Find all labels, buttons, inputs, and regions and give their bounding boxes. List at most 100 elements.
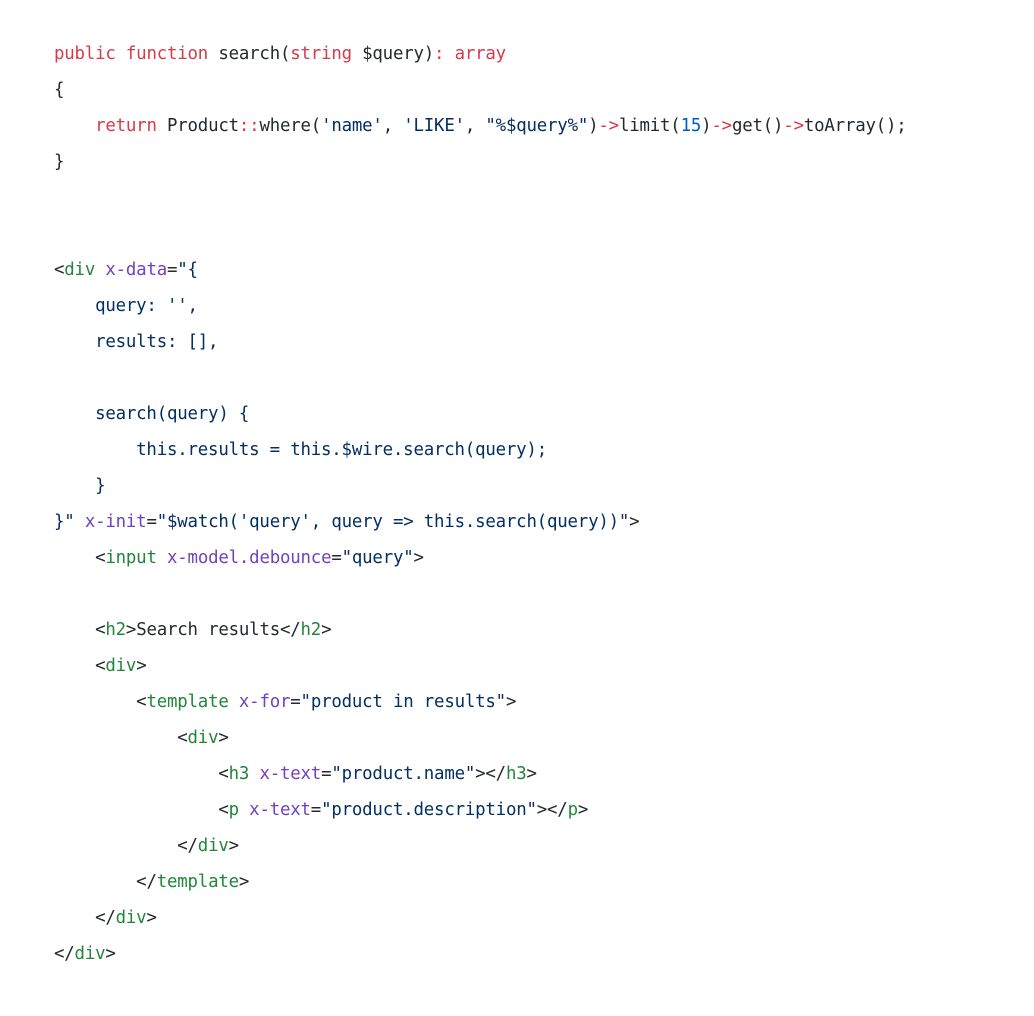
- attribute-token: x-model.debounce: [167, 548, 332, 568]
- punctuation-token: </: [177, 836, 198, 856]
- punctuation-token: =: [146, 512, 157, 532]
- code-line: <div>: [54, 720, 907, 756]
- keyword-token: function: [125, 44, 209, 64]
- string-token: query: '',: [54, 296, 198, 316]
- string-token: }": [54, 512, 75, 532]
- code-line: return Product::where('name', 'LIKE', "%…: [54, 108, 907, 144]
- punctuation-token: >: [105, 944, 116, 964]
- string-token: }: [54, 476, 106, 496]
- attribute-token: x-init: [84, 512, 147, 532]
- punctuation-token: =: [167, 260, 178, 280]
- punctuation-token: </: [136, 872, 157, 892]
- keyword-token: return: [95, 116, 157, 136]
- tag-name-token: div: [197, 836, 229, 856]
- code-line: <h3 x-text="product.name"></h3>: [54, 756, 907, 792]
- string-token: "%$query%": [485, 116, 589, 136]
- code-line: <input x-model.debounce="query">: [54, 540, 907, 576]
- punctuation-token: >: [228, 836, 239, 856]
- attribute-token: x-text: [259, 764, 322, 784]
- keyword-token: public: [54, 44, 116, 64]
- string-token: search(query) {: [54, 404, 250, 424]
- punctuation-token: =: [290, 692, 301, 712]
- punctuation-token: >: [136, 656, 147, 676]
- punctuation-token: >: [629, 512, 640, 532]
- code-text: }: [54, 152, 65, 172]
- string-token: "{: [177, 260, 198, 280]
- punctuation-token: <: [136, 692, 147, 712]
- string-token: 'LIKE': [403, 116, 465, 136]
- punctuation-token: </: [54, 944, 75, 964]
- keyword-token: : array: [434, 44, 506, 64]
- punctuation-token: ></: [475, 764, 506, 784]
- tag-name-token: div: [187, 728, 219, 748]
- code-line: </div>: [54, 828, 907, 864]
- string-token: "product in results": [300, 692, 507, 712]
- code-text: search(: [208, 44, 291, 64]
- number-token: 15: [680, 116, 702, 136]
- attribute-token: x-for: [238, 692, 291, 712]
- tag-name-token: div: [74, 944, 106, 964]
- string-token: "product.name": [331, 764, 476, 784]
- code-text: {: [54, 80, 65, 100]
- code-line: </template>: [54, 864, 907, 900]
- tag-name-token: p: [228, 800, 239, 820]
- punctuation-token: >: [577, 800, 589, 820]
- code-line: {: [54, 72, 907, 108]
- tag-name-token: div: [105, 656, 137, 676]
- string-token: 'name': [321, 116, 383, 136]
- code-text: toArray();: [803, 116, 907, 136]
- code-text: where(: [259, 116, 322, 136]
- string-token: "query": [341, 548, 414, 568]
- code-text: limit(: [618, 116, 681, 136]
- punctuation-token: >: [238, 872, 250, 892]
- string-token: "$watch('query', query => this.search(qu…: [156, 512, 630, 532]
- keyword-token: ->: [711, 116, 732, 136]
- code-text: ,: [464, 116, 486, 136]
- code-line: </div>: [54, 900, 907, 936]
- code-text: $query): [351, 44, 435, 64]
- punctuation-token: <: [95, 548, 106, 568]
- keyword-token: ->: [598, 116, 619, 136]
- code-line: search(query) {: [54, 396, 907, 432]
- attribute-token: x-text: [249, 800, 311, 820]
- punctuation-token: >: [526, 764, 537, 784]
- tag-name-token: h3: [505, 764, 527, 784]
- string-token: "product.description": [321, 800, 537, 820]
- attribute-token: x-data: [105, 260, 167, 280]
- keyword-token: ->: [783, 116, 804, 136]
- punctuation-token: >: [218, 728, 229, 748]
- code-line: </div>: [54, 936, 907, 972]
- tag-name-token: div: [64, 260, 96, 280]
- punctuation-token: >: [125, 620, 137, 640]
- punctuation-token: >: [505, 692, 517, 712]
- tag-name-token: h2: [105, 620, 126, 640]
- punctuation-token: <: [54, 260, 65, 280]
- keyword-token: string: [290, 44, 352, 64]
- punctuation-token: <: [218, 800, 229, 820]
- code-line: query: '',: [54, 288, 907, 324]
- tag-name-token: template: [156, 872, 239, 892]
- string-token: this.results = this.$wire.search(query);: [54, 440, 547, 460]
- punctuation-token: </: [95, 908, 116, 928]
- punctuation-token: =: [331, 548, 342, 568]
- punctuation-token: =: [310, 800, 322, 820]
- tag-name-token: input: [105, 548, 157, 568]
